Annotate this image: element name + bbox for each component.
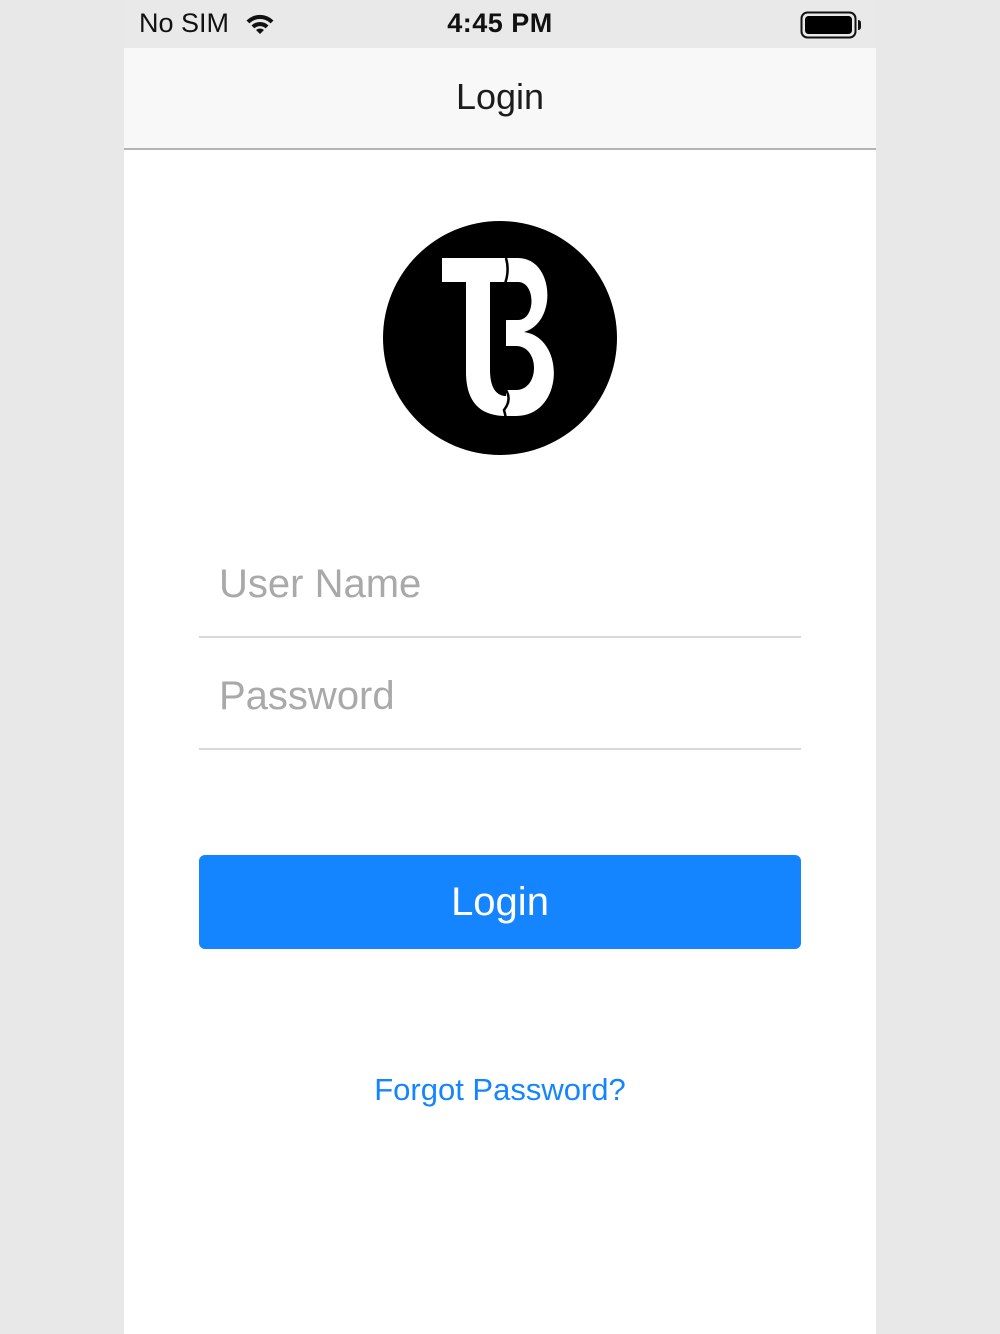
page-title: Login xyxy=(455,76,545,117)
navigation-bar: Login xyxy=(124,48,876,150)
username-input[interactable] xyxy=(219,554,779,614)
login-button[interactable]: Login xyxy=(199,855,801,949)
password-input[interactable] xyxy=(219,666,779,726)
status-bar: No SIM 4:45 PM xyxy=(124,0,876,48)
tb-logo-icon xyxy=(383,221,617,455)
battery-full-icon xyxy=(800,11,861,39)
forgot-password-link[interactable]: Forgot Password? xyxy=(124,1072,876,1108)
password-field xyxy=(199,638,801,750)
username-field xyxy=(199,526,801,638)
phone-screen: No SIM 4:45 PM Login User Name Login For… xyxy=(124,0,876,1334)
status-time: 4:45 PM xyxy=(447,8,553,38)
